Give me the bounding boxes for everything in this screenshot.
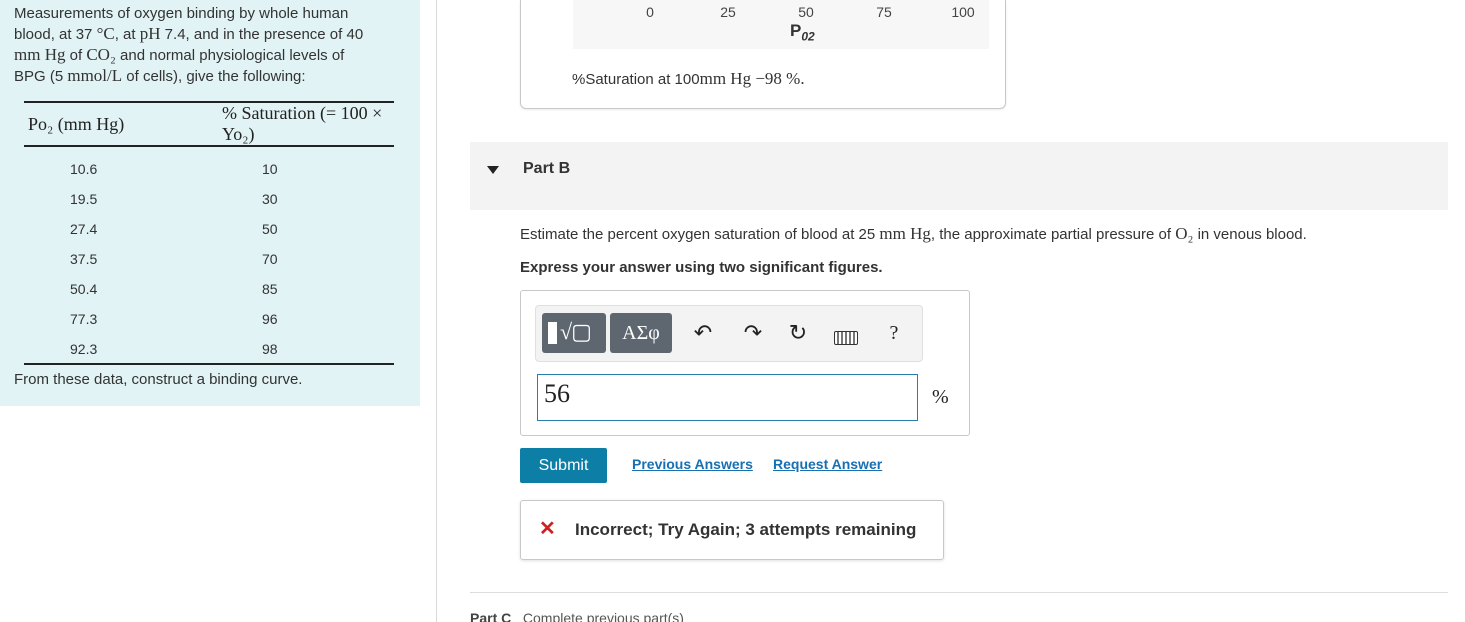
- answer-input[interactable]: 56: [537, 374, 918, 421]
- table-row: 92.3 98: [24, 334, 394, 365]
- x-tick-label: 0: [646, 4, 654, 20]
- saturation-cell: 96: [262, 311, 278, 327]
- incorrect-x-icon: ✕: [539, 518, 556, 540]
- help-button[interactable]: ?: [882, 318, 906, 348]
- table-row: 77.3 96: [24, 304, 394, 334]
- request-answer-link[interactable]: Request Answer: [773, 456, 882, 472]
- saturation-cell: 70: [262, 251, 278, 267]
- part-b-instruction: Express your answer using two significan…: [520, 259, 883, 276]
- po2-cell: 27.4: [70, 221, 98, 237]
- part-a-result: %Saturation at 100mm Hg −98 %.: [572, 69, 805, 88]
- po2-cell: 92.3: [24, 334, 214, 365]
- x-tick-label: 75: [876, 4, 892, 20]
- table-row: 27.4 50: [24, 214, 394, 244]
- saturation-cell: 30: [262, 191, 278, 207]
- binding-curve-graph[interactable]: [573, 0, 989, 49]
- submit-button[interactable]: Submit: [520, 448, 607, 483]
- undo-icon[interactable]: ↶: [690, 318, 716, 348]
- construct-instruction: From these data, construct a binding cur…: [14, 371, 303, 388]
- answer-unit: %: [932, 386, 949, 408]
- redo-icon[interactable]: ↷: [740, 318, 766, 348]
- binding-data-table: Po₂ (mm Hg) % Saturation (= 100 × Yo₂) 1…: [24, 101, 394, 365]
- collapse-triangle-icon[interactable]: [487, 166, 499, 174]
- po2-cell: 10.6: [70, 161, 98, 177]
- template-button[interactable]: √▢: [542, 313, 606, 353]
- part-b-question: Estimate the percent oxygen saturation o…: [520, 224, 1307, 243]
- x-tick-label: 50: [798, 4, 814, 20]
- table-header-po2: Po₂ (mm Hg): [24, 101, 214, 147]
- saturation-cell: 10: [262, 161, 278, 177]
- x-axis-label: P02: [790, 21, 815, 44]
- problem-panel: Measurements of oxygen binding by whole …: [0, 0, 420, 406]
- section-divider: [470, 592, 1448, 593]
- saturation-cell: 98: [214, 334, 394, 365]
- table-row: 50.4 85: [24, 274, 394, 304]
- template-block-icon: [548, 322, 557, 344]
- saturation-cell: 85: [262, 281, 278, 297]
- saturation-cell: 50: [262, 221, 278, 237]
- greek-symbols-button[interactable]: ΑΣφ: [610, 313, 672, 353]
- keyboard-icon[interactable]: [834, 331, 858, 345]
- table-row: 37.5 70: [24, 244, 394, 274]
- radical-icon: √▢: [560, 319, 592, 344]
- table-row: 10.6 10: [24, 154, 394, 184]
- reset-icon[interactable]: ↻: [785, 318, 811, 348]
- po2-cell: 50.4: [70, 281, 98, 297]
- table-row: 19.5 30: [24, 184, 394, 214]
- po2-cell: 19.5: [70, 191, 98, 207]
- table-header-saturation: % Saturation (= 100 × Yo₂): [214, 101, 394, 147]
- part-b-title[interactable]: Part B: [523, 160, 570, 178]
- previous-answers-link[interactable]: Previous Answers: [632, 456, 753, 472]
- x-tick-label: 25: [720, 4, 736, 20]
- x-tick-label: 100: [951, 4, 975, 20]
- column-divider: [436, 0, 437, 622]
- po2-cell: 77.3: [70, 311, 98, 327]
- feedback-message: Incorrect; Try Again; 3 attempts remaini…: [575, 520, 917, 539]
- problem-intro: Measurements of oxygen binding by whole …: [14, 5, 364, 85]
- po2-cell: 37.5: [70, 251, 98, 267]
- part-b-header[interactable]: [470, 142, 1448, 210]
- part-c-header[interactable]: Part C Complete previous part(s): [470, 610, 684, 622]
